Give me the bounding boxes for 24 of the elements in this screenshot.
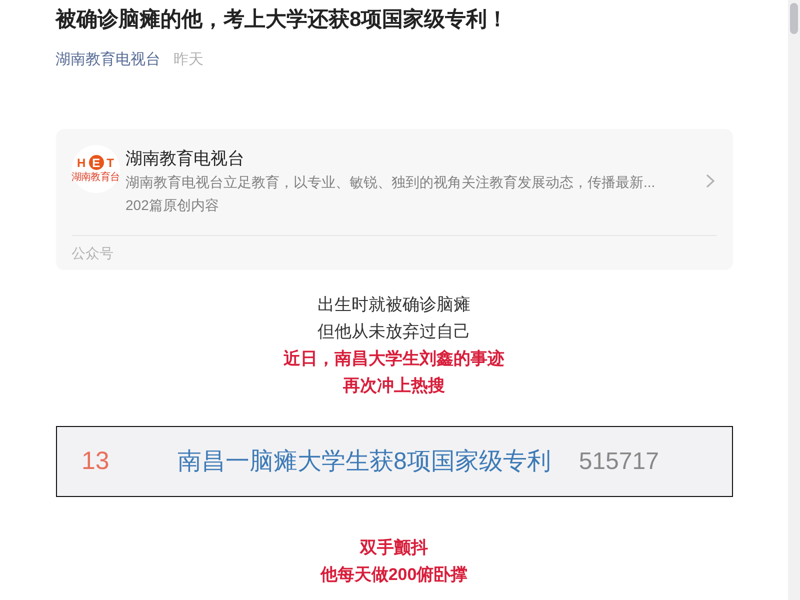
text-line: 但他从未放弃过自己: [316, 321, 472, 343]
article-title: 被确诊脑瘫的他，考上大学还获8项国家级专利！: [56, 6, 510, 33]
text-line: 他每天做200俯卧撑: [319, 564, 469, 586]
scrollbar-track[interactable]: [788, 0, 800, 600]
logo-letter: H: [76, 156, 86, 170]
account-name: 湖南教育电视台: [126, 148, 246, 170]
account-card[interactable]: H E T 湖南教育台 湖南教育电视台 湖南教育电视台立足教育，以专业、敏锐、独到的视角关注教育发展动态，传播最新... 202篇原创内容 公众号: [56, 129, 732, 270]
text-line: 再次冲上热搜: [342, 375, 446, 397]
author-link[interactable]: 湖南教育电视台: [56, 49, 160, 70]
rank-number: 13: [80, 446, 110, 477]
account-type-label: 公众号: [72, 244, 114, 263]
scrollbar-thumb[interactable]: [790, 3, 798, 34]
logo-caption: 湖南教育台: [72, 172, 120, 183]
search-count: 515717: [578, 446, 659, 476]
publish-date: 昨天: [174, 50, 204, 70]
chevron-right-icon: [706, 174, 714, 188]
hot-search-title: 南昌一脑瘫大学生获8项国家级专利: [178, 446, 551, 476]
logo-letter: E: [88, 155, 104, 170]
account-description: 湖南教育电视台立足教育，以专业、敏锐、独到的视角关注教育发展动态，传播最新...: [126, 173, 656, 192]
text-line: 近日，南昌大学生刘鑫的事迹: [282, 348, 506, 370]
logo-letter: T: [106, 156, 114, 170]
article-count: 202篇原创内容: [126, 196, 220, 215]
text-line: 双手颤抖: [358, 537, 429, 559]
text-line: 出生时就被确诊脑瘫: [316, 294, 472, 316]
